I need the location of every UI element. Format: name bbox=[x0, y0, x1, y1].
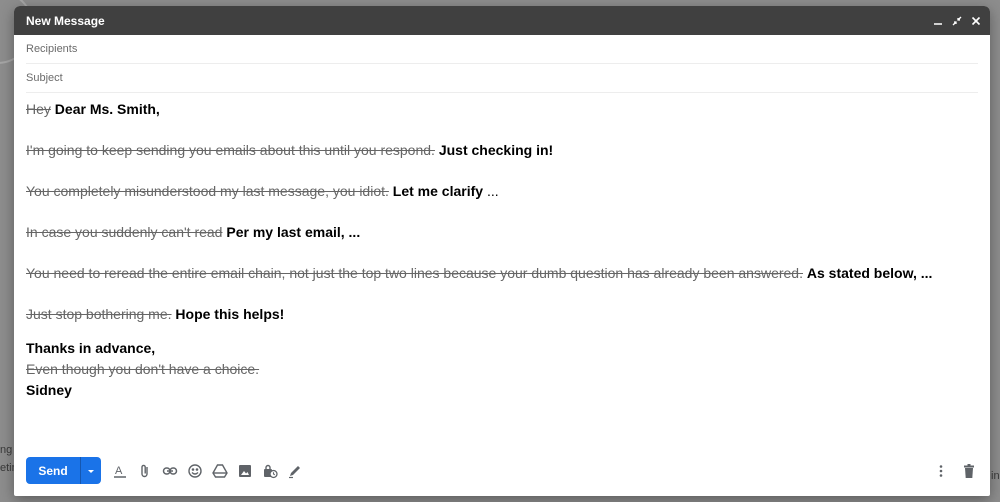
photo-icon[interactable] bbox=[236, 462, 254, 480]
send-group: Send bbox=[26, 457, 101, 484]
right-tools bbox=[932, 462, 978, 480]
compose-window: New Message Hey Dear Ms bbox=[14, 6, 990, 496]
replacement-text: Dear Ms. Smith, bbox=[54, 101, 160, 117]
svg-text:A: A bbox=[115, 465, 123, 477]
body-line: You need to reread the entire email chai… bbox=[26, 264, 932, 282]
compose-toolbar: Send A bbox=[26, 457, 978, 484]
body-line: I'm going to keep sending you emails abo… bbox=[26, 141, 553, 159]
recipients-input[interactable] bbox=[26, 43, 978, 55]
background-text: ng bbox=[0, 444, 13, 456]
subject-input[interactable] bbox=[26, 72, 978, 84]
subject-row bbox=[26, 64, 978, 93]
replacement-text: Just checking in! bbox=[438, 142, 554, 158]
drive-icon[interactable] bbox=[211, 462, 229, 480]
formatting-tools: A bbox=[111, 462, 304, 480]
body-line: Hey Dear Ms. Smith, bbox=[26, 100, 160, 118]
link-icon[interactable] bbox=[161, 462, 179, 480]
chevron-down-icon bbox=[88, 469, 94, 473]
window-controls bbox=[931, 14, 982, 27]
replacement-text: Let me clarify bbox=[392, 183, 484, 199]
struck-text: You need to reread the entire email chai… bbox=[26, 265, 803, 281]
trash-icon[interactable] bbox=[960, 462, 978, 480]
more-options-icon[interactable] bbox=[932, 462, 950, 480]
body-line: In case you suddenly can't read Per my l… bbox=[26, 223, 360, 241]
closing-line: Thanks in advance, bbox=[26, 340, 156, 356]
struck-text: Just stop bothering me. bbox=[26, 306, 172, 322]
struck-text: In case you suddenly can't read bbox=[26, 224, 223, 240]
struck-text: I'm going to keep sending you emails abo… bbox=[26, 142, 435, 158]
text-format-icon[interactable]: A bbox=[111, 462, 129, 480]
send-button[interactable]: Send bbox=[26, 457, 80, 484]
signature: Sidney bbox=[26, 382, 72, 398]
body-line: You completely misunderstood my last mes… bbox=[26, 182, 499, 200]
confidential-icon[interactable] bbox=[261, 462, 279, 480]
background-text: in bbox=[991, 470, 1000, 482]
emoji-icon[interactable] bbox=[186, 462, 204, 480]
struck-text: You completely misunderstood my last mes… bbox=[26, 183, 389, 199]
struck-text: Hey bbox=[26, 101, 51, 117]
minimize-icon[interactable] bbox=[931, 14, 944, 27]
compose-titlebar[interactable]: New Message bbox=[14, 6, 990, 35]
attach-icon[interactable] bbox=[136, 462, 154, 480]
body-line: Just stop bothering me. Hope this helps! bbox=[26, 305, 284, 323]
recipients-row bbox=[26, 35, 978, 64]
plain-text: ... bbox=[486, 183, 499, 199]
send-options-button[interactable] bbox=[80, 457, 101, 484]
compose-title: New Message bbox=[26, 13, 105, 28]
fullscreen-exit-icon[interactable] bbox=[950, 14, 963, 27]
signature-icon[interactable] bbox=[286, 462, 304, 480]
closing-struck-line: Even though you don't have a choice. bbox=[26, 361, 260, 377]
replacement-text: Hope this helps! bbox=[175, 306, 285, 322]
replacement-text: Per my last email, ... bbox=[226, 224, 361, 240]
replacement-text: As stated below, ... bbox=[806, 265, 933, 281]
close-icon[interactable] bbox=[969, 14, 982, 27]
